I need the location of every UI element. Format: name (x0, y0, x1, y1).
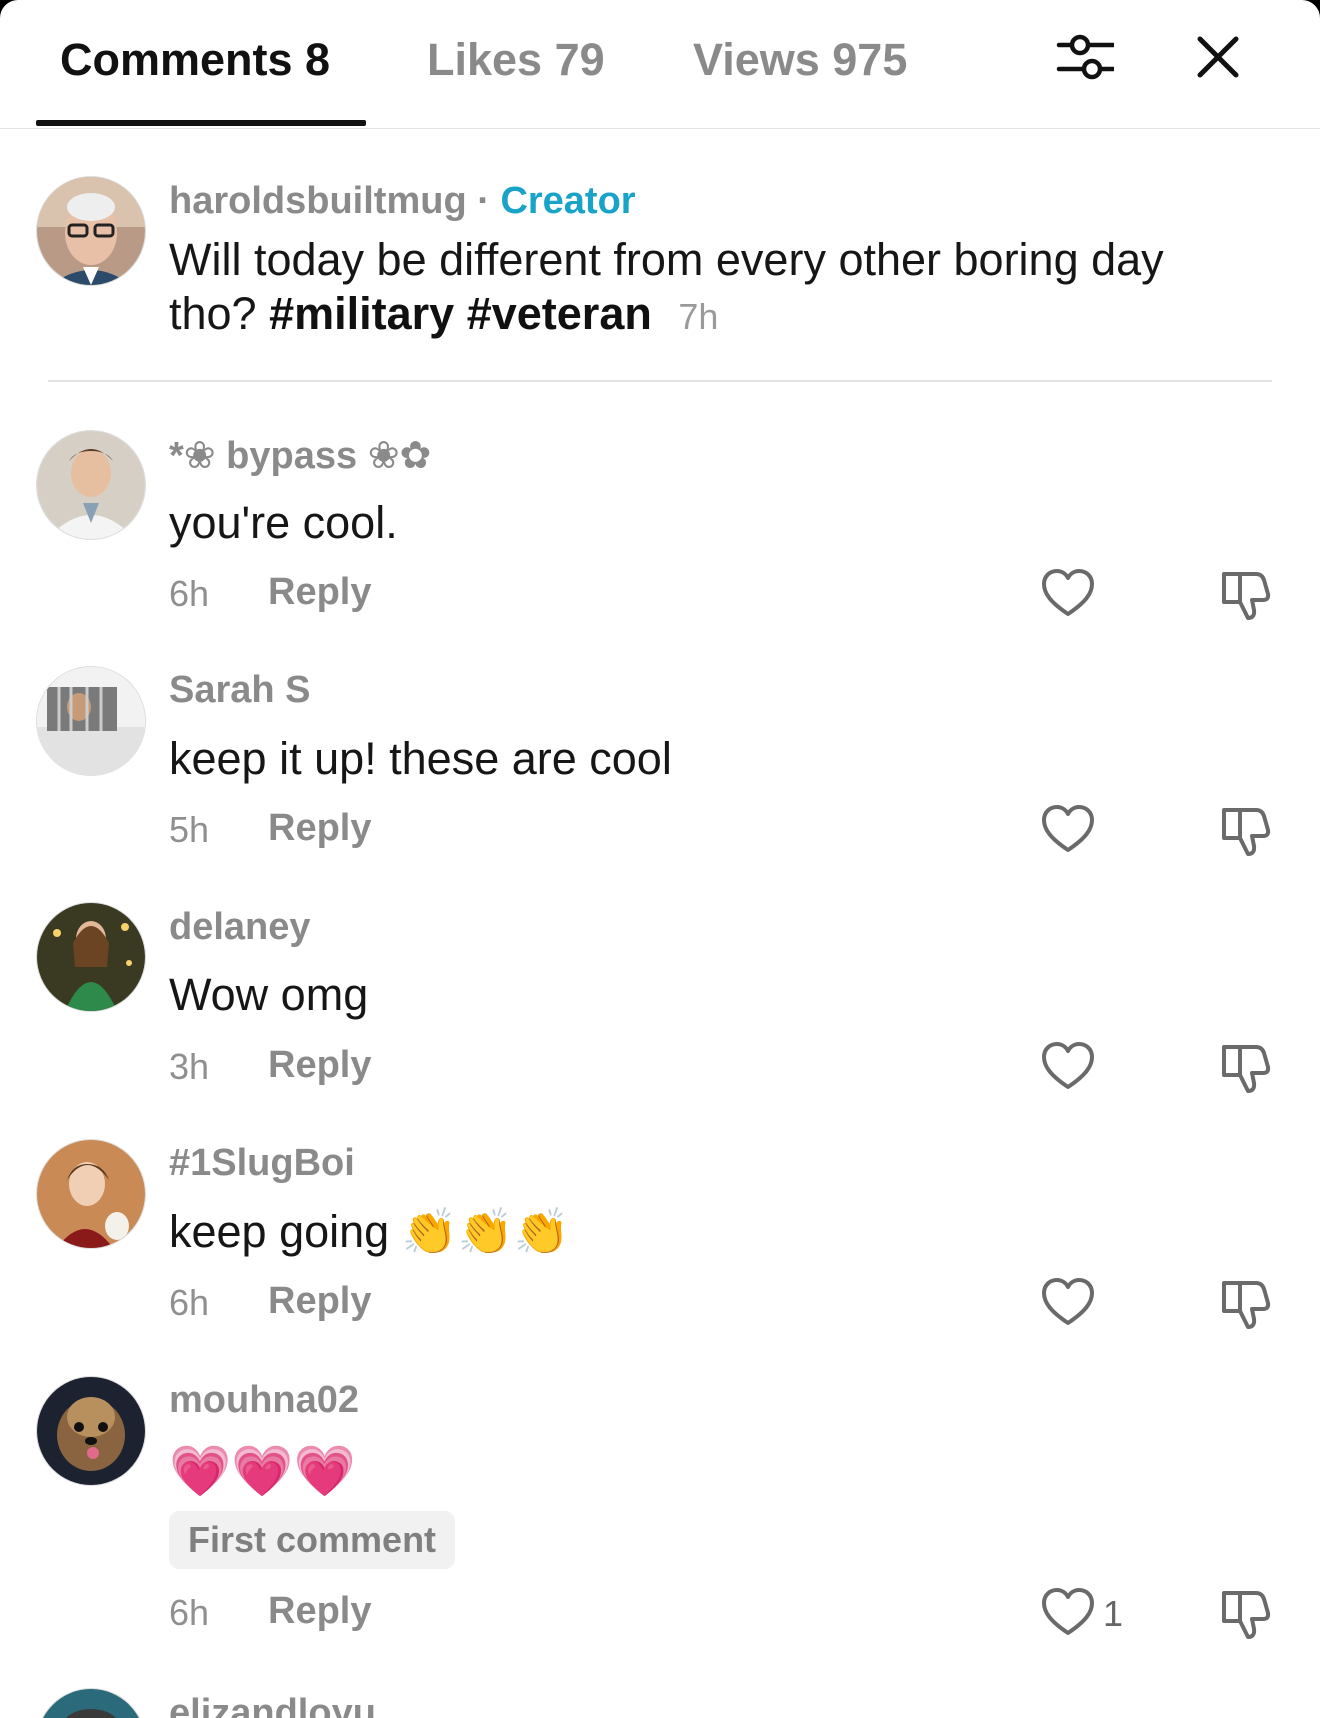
heart-icon[interactable] (1040, 1275, 1096, 1331)
reply-button[interactable]: Reply (268, 1044, 371, 1087)
tab-views[interactable]: Views 975 (693, 34, 907, 86)
avatar-comment-6[interactable] (36, 1688, 146, 1718)
comment-username[interactable]: elizandloyu (169, 1692, 376, 1718)
thumbs-down-icon[interactable] (1218, 1039, 1274, 1095)
heart-icon[interactable] (1040, 1039, 1096, 1095)
hashtag-veteran[interactable]: #veteran (467, 288, 652, 339)
tab-likes[interactable]: Likes 79 (427, 34, 605, 86)
comment-time: 6h (169, 573, 210, 614)
close-icon (1197, 36, 1239, 78)
reply-button[interactable]: Reply (268, 807, 371, 850)
caption-line-2: tho? #military #veteran 7h (169, 287, 718, 344)
avatar-comment-5[interactable] (36, 1376, 146, 1486)
growing-heart-emoji: 💗💗💗 (169, 1442, 356, 1500)
creator-badge: Creator (500, 180, 636, 222)
comments-sheet: Comments 8 Likes 79 Views 975 haroldsbui… (0, 0, 1320, 1718)
thumbs-down-icon[interactable] (1218, 1585, 1274, 1641)
filter-button[interactable] (1050, 22, 1120, 92)
comment-time: 6h (169, 1282, 210, 1323)
reply-button[interactable]: Reply (268, 1590, 371, 1633)
heart-icon[interactable] (1040, 1585, 1096, 1641)
thumbs-down-icon[interactable] (1218, 1275, 1274, 1331)
comment-time: 5h (169, 809, 210, 850)
avatar-comment-2[interactable] (36, 666, 146, 776)
comment-username[interactable]: mouhna02 (169, 1379, 359, 1422)
creator-username-row: haroldsbuiltmug · Creator (169, 180, 636, 223)
tab-comments[interactable]: Comments 8 (60, 34, 330, 86)
caption-line-1: Will today be different from every other… (169, 234, 1164, 285)
comment-time: 6h (169, 1592, 210, 1633)
comment-text: keep going (169, 1206, 390, 1257)
comment-username[interactable]: #1SlugBoi (169, 1142, 355, 1185)
comment-username[interactable]: *❀ bypass ❀✿ (169, 433, 431, 478)
comment-time: 3h (169, 1046, 210, 1087)
divider (48, 380, 1272, 382)
thumbs-down-icon[interactable] (1218, 802, 1274, 858)
close-button[interactable] (1183, 22, 1253, 92)
avatar-comment-3[interactable] (36, 902, 146, 1012)
avatar-comment-1[interactable] (36, 430, 146, 540)
tab-bar: Comments 8 Likes 79 Views 975 (0, 0, 1320, 129)
separator: · (477, 180, 490, 222)
reply-button[interactable]: Reply (268, 1280, 371, 1323)
comment-text: you're cool. (169, 497, 398, 548)
comment-text: keep it up! these are cool (169, 733, 672, 784)
caption-line-2-text: tho? (169, 288, 270, 339)
thumbs-down-icon[interactable] (1218, 566, 1274, 622)
active-tab-indicator (36, 120, 366, 126)
avatar-creator[interactable] (36, 176, 146, 286)
comment-username[interactable]: delaney (169, 906, 311, 949)
reply-button[interactable]: Reply (268, 571, 371, 614)
creator-username[interactable]: haroldsbuiltmug (169, 180, 467, 222)
comment-text: Wow omg (169, 969, 369, 1020)
comment-text-row: keep going 👏👏👏 (169, 1205, 570, 1259)
sliders-icon (1056, 34, 1114, 80)
clapping-hands-emoji: 👏👏👏 (401, 1205, 570, 1258)
caption-time: 7h (678, 296, 719, 337)
hashtag-military[interactable]: #military (269, 288, 454, 339)
like-count: 1 (1103, 1593, 1124, 1634)
first-comment-badge: First comment (169, 1511, 456, 1569)
heart-icon[interactable] (1040, 566, 1096, 622)
heart-icon[interactable] (1040, 802, 1096, 858)
comment-username[interactable]: Sarah S (169, 669, 311, 712)
avatar-comment-4[interactable] (36, 1139, 146, 1249)
